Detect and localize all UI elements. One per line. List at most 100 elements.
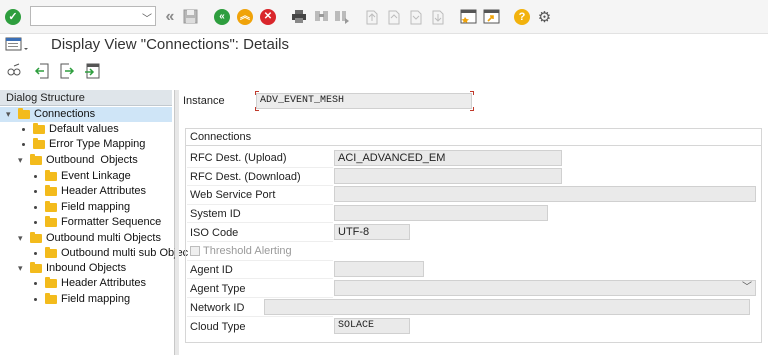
back-icon[interactable]: «	[214, 9, 230, 25]
chevron-down-icon[interactable]: ﹀	[142, 10, 152, 25]
bullet-icon	[34, 175, 37, 178]
tree-node-label: Connections	[34, 108, 96, 120]
row-separator	[187, 260, 333, 261]
tree-node-event-linkage[interactable]: Event Linkage	[34, 169, 131, 184]
command-field[interactable]: ﹀	[30, 6, 156, 26]
tree-node-inbound-objects[interactable]: ▾ Inbound Objects	[18, 261, 126, 276]
folder-icon	[45, 247, 57, 258]
network-id-label: Network ID	[190, 302, 245, 314]
enter-check-icon[interactable]: ✓	[5, 9, 21, 25]
divider	[186, 145, 761, 146]
field-corner-marker	[255, 91, 259, 95]
find-icon[interactable]	[313, 8, 329, 25]
cloud-type-label: Cloud Type	[190, 321, 246, 333]
iso-code-field[interactable]: UTF-8	[334, 224, 410, 240]
rfc-dest-download-field[interactable]	[334, 168, 562, 184]
settings-icon[interactable]: ⚙	[536, 8, 553, 26]
threshold-alerting-checkbox[interactable]	[190, 246, 200, 256]
bullet-icon	[34, 190, 37, 193]
page-title: Display View "Connections": Details	[51, 36, 289, 53]
row-separator	[187, 241, 333, 242]
bullet-icon	[22, 128, 25, 131]
bullet-icon	[34, 298, 37, 301]
bullet-icon	[34, 206, 37, 209]
instance-field[interactable]: ADV_EVENT_MESH	[256, 93, 472, 109]
display-change-icon[interactable]	[6, 63, 22, 79]
rfc-dest-upload-field[interactable]: ACI_ADVANCED_EM	[334, 150, 562, 166]
expand-caret-icon[interactable]: ▾	[18, 261, 26, 276]
folder-icon	[45, 170, 57, 181]
cancel-icon[interactable]: ✕	[260, 9, 276, 25]
field-corner-marker	[470, 107, 474, 111]
bullet-icon	[22, 143, 25, 146]
rfc-dest-download-label: RFC Dest. (Download)	[190, 171, 301, 183]
shortcut-icon[interactable]	[483, 8, 500, 25]
network-id-field[interactable]	[264, 299, 750, 315]
folder-icon	[30, 232, 42, 243]
tree-node-label: Inbound Objects	[46, 262, 127, 274]
agent-type-dropdown[interactable]: ﹀	[334, 280, 756, 296]
tree-node-error-type-mapping[interactable]: Error Type Mapping	[22, 137, 145, 152]
tree-node-label: Event Linkage	[61, 170, 131, 182]
tree-node-default-values[interactable]: Default values	[22, 122, 119, 137]
expand-caret-icon[interactable]: ▾	[18, 153, 26, 168]
screen-menu-icon[interactable]	[5, 36, 29, 52]
other-entry-icon[interactable]	[84, 63, 101, 79]
instance-label: Instance	[183, 95, 225, 107]
help-icon[interactable]: ?	[514, 9, 530, 25]
iso-code-label: ISO Code	[190, 227, 239, 239]
last-page-icon[interactable]	[430, 8, 445, 25]
find-next-icon[interactable]	[333, 8, 349, 25]
tree-node-outbound-multi-objects[interactable]: ▾ Outbound multi Objects	[18, 231, 161, 246]
chevron-down-icon[interactable]: ﹀	[742, 281, 752, 295]
tree-node-label: Outbound multi Objects	[46, 232, 161, 244]
previous-page-icon[interactable]	[386, 8, 401, 25]
folder-icon	[33, 138, 45, 149]
folder-icon	[45, 185, 57, 196]
tree-node-outbound-objects[interactable]: ▾ Outbound Objects	[18, 153, 138, 168]
bullet-icon	[34, 252, 37, 255]
next-entry-icon[interactable]	[59, 63, 75, 79]
tree-node-inbound-header-attributes[interactable]: Header Attributes	[34, 276, 146, 291]
folder-icon	[45, 277, 57, 288]
folder-icon	[33, 123, 45, 134]
connections-group-title: Connections	[190, 131, 252, 143]
tree-node-label: Formatter Sequence	[61, 216, 162, 228]
previous-entry-icon[interactable]	[34, 63, 50, 79]
tree-node-connections[interactable]: ▾ Connections	[6, 107, 95, 122]
dialog-structure-header: Dialog Structure	[0, 90, 172, 106]
tree-node-label: Field mapping	[61, 293, 131, 305]
pane-splitter[interactable]	[175, 90, 179, 355]
tree-node-formatter-sequence[interactable]: Formatter Sequence	[34, 215, 161, 230]
tree-node-label: Outbound Objects	[46, 154, 138, 166]
tree-node-field-mapping[interactable]: Field mapping	[34, 200, 130, 215]
expand-caret-icon[interactable]: ▾	[6, 107, 14, 122]
exit-icon[interactable]: ︽	[237, 9, 253, 25]
row-separator	[187, 185, 333, 186]
print-icon[interactable]	[290, 8, 307, 25]
tree-node-label: Header Attributes	[61, 277, 146, 289]
agent-id-field[interactable]	[334, 261, 424, 277]
tree-node-label: Header Attributes	[61, 185, 146, 197]
row-separator	[187, 222, 333, 223]
application-toolbar	[0, 58, 768, 86]
row-separator	[187, 316, 333, 317]
folder-icon	[30, 262, 42, 273]
tree-node-outbound-multi-sub-objects[interactable]: Outbound multi sub Objec	[34, 246, 188, 261]
cloud-type-field[interactable]: SOLACE	[334, 318, 410, 334]
bullet-icon	[34, 282, 37, 285]
tree-node-inbound-field-mapping[interactable]: Field mapping	[34, 292, 130, 307]
agent-id-label: Agent ID	[190, 264, 233, 276]
next-page-icon[interactable]	[408, 8, 423, 25]
tree-node-header-attributes[interactable]: Header Attributes	[34, 184, 146, 199]
field-corner-marker	[470, 91, 474, 95]
web-service-port-field[interactable]	[334, 186, 756, 202]
system-id-field[interactable]	[334, 205, 548, 221]
new-session-icon[interactable]	[460, 8, 477, 25]
save-icon[interactable]	[182, 8, 198, 25]
first-page-icon[interactable]	[364, 8, 379, 25]
back-double-arrow-icon[interactable]: «	[162, 8, 178, 26]
folder-icon	[30, 154, 42, 165]
row-separator	[187, 297, 333, 298]
expand-caret-icon[interactable]: ▾	[18, 231, 26, 246]
